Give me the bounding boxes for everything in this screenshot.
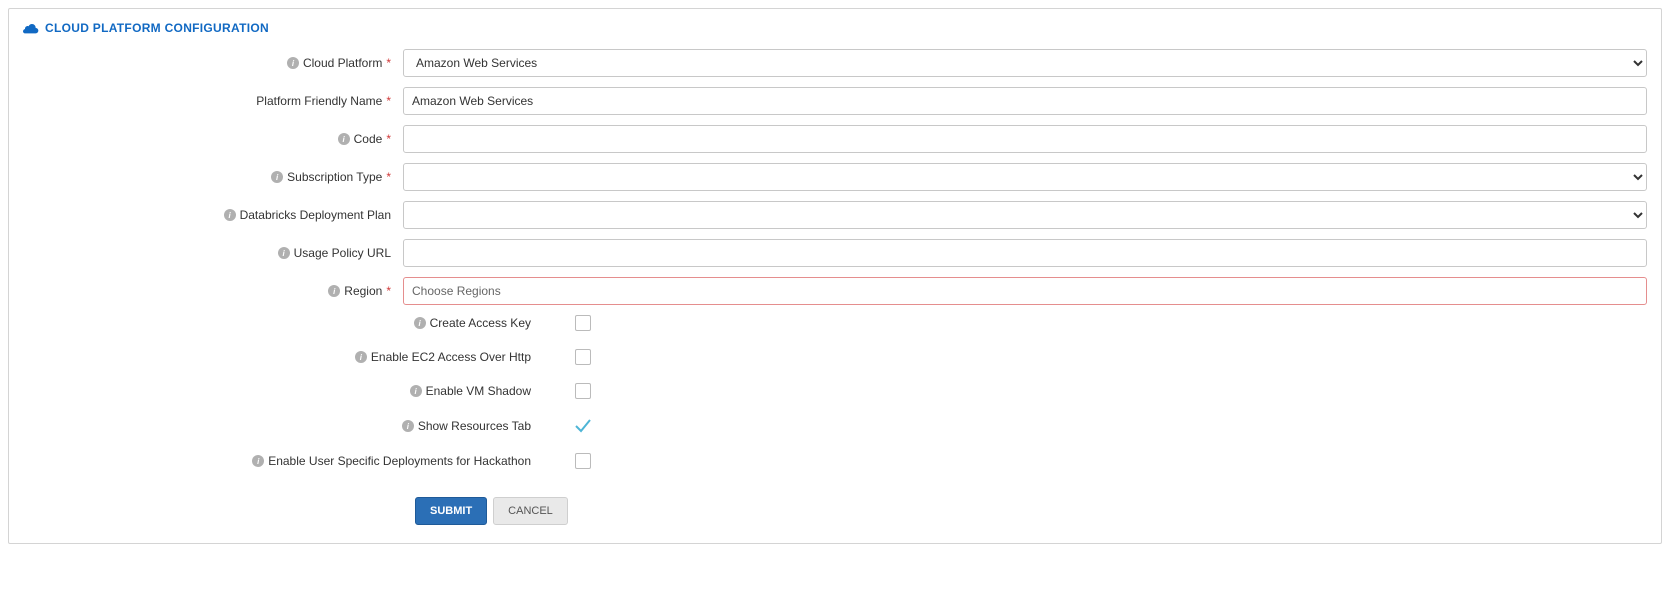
info-icon[interactable]: i [271, 171, 283, 183]
friendly-name-input[interactable] [403, 87, 1647, 115]
row-enable-user-hackathon: i Enable User Specific Deployments for H… [23, 453, 1647, 469]
label-text: Cloud Platform [303, 56, 382, 70]
label-enable-user-hackathon: i Enable User Specific Deployments for H… [23, 454, 543, 468]
enable-ec2-http-checkbox[interactable] [575, 349, 591, 365]
label-text: Create Access Key [430, 316, 531, 330]
databricks-plan-select[interactable] [403, 201, 1647, 229]
label-create-access-key: i Create Access Key [23, 316, 543, 330]
row-create-access-key: i Create Access Key [23, 315, 1647, 331]
label-usage-policy: i Usage Policy URL [23, 246, 403, 260]
subscription-type-select[interactable] [403, 163, 1647, 191]
label-code: i Code * [23, 132, 403, 146]
info-icon[interactable]: i [402, 420, 414, 432]
row-subscription-type: i Subscription Type * [23, 163, 1647, 191]
label-subscription-type: i Subscription Type * [23, 170, 403, 184]
label-enable-ec2-http: i Enable EC2 Access Over Http [23, 350, 543, 364]
label-text: Enable User Specific Deployments for Hac… [268, 454, 531, 468]
label-text: Region [344, 284, 382, 298]
buttons-row: SUBMIT CANCEL [23, 497, 1647, 525]
row-code: i Code * [23, 125, 1647, 153]
required-marker: * [386, 132, 391, 146]
required-marker: * [386, 94, 391, 108]
label-show-resources-tab: i Show Resources Tab [23, 419, 543, 433]
info-icon[interactable]: i [410, 385, 422, 397]
info-icon[interactable]: i [328, 285, 340, 297]
row-usage-policy: i Usage Policy URL [23, 239, 1647, 267]
info-icon[interactable]: i [414, 317, 426, 329]
label-friendly-name: Platform Friendly Name * [23, 94, 403, 108]
panel-header: CLOUD PLATFORM CONFIGURATION [23, 21, 1647, 35]
cancel-button[interactable]: CANCEL [493, 497, 568, 525]
label-text: Usage Policy URL [294, 246, 391, 260]
enable-vm-shadow-checkbox[interactable] [575, 383, 591, 399]
row-show-resources-tab: i Show Resources Tab [23, 417, 1647, 435]
info-icon[interactable]: i [278, 247, 290, 259]
row-databricks-plan: i Databricks Deployment Plan [23, 201, 1647, 229]
info-icon[interactable]: i [252, 455, 264, 467]
info-icon[interactable]: i [224, 209, 236, 221]
label-databricks-plan: i Databricks Deployment Plan [23, 208, 403, 222]
label-text: Enable EC2 Access Over Http [371, 350, 531, 364]
row-region: i Region * Choose Regions [23, 277, 1647, 305]
cloud-icon [23, 22, 39, 34]
row-enable-ec2-http: i Enable EC2 Access Over Http [23, 349, 1647, 365]
enable-user-hackathon-checkbox[interactable] [575, 453, 591, 469]
required-marker: * [386, 56, 391, 70]
info-icon[interactable]: i [355, 351, 367, 363]
config-panel: CLOUD PLATFORM CONFIGURATION i Cloud Pla… [8, 8, 1662, 544]
cloud-platform-select[interactable]: Amazon Web Services [403, 49, 1647, 77]
create-access-key-checkbox[interactable] [575, 315, 591, 331]
region-input[interactable]: Choose Regions [403, 277, 1647, 305]
code-input[interactable] [403, 125, 1647, 153]
panel-title: CLOUD PLATFORM CONFIGURATION [45, 21, 269, 35]
usage-policy-input[interactable] [403, 239, 1647, 267]
label-text: Show Resources Tab [418, 419, 531, 433]
label-text: Subscription Type [287, 170, 382, 184]
row-cloud-platform: i Cloud Platform * Amazon Web Services [23, 49, 1647, 77]
info-icon[interactable]: i [287, 57, 299, 69]
show-resources-tab-checkbox[interactable] [574, 417, 592, 435]
required-marker: * [386, 284, 391, 298]
required-marker: * [386, 170, 391, 184]
label-text: Enable VM Shadow [426, 384, 531, 398]
label-text: Platform Friendly Name [256, 94, 382, 108]
row-friendly-name: Platform Friendly Name * [23, 87, 1647, 115]
label-text: Databricks Deployment Plan [240, 208, 391, 222]
label-text: Code [354, 132, 383, 146]
label-cloud-platform: i Cloud Platform * [23, 56, 403, 70]
check-icon [574, 417, 592, 435]
row-enable-vm-shadow: i Enable VM Shadow [23, 383, 1647, 399]
submit-button[interactable]: SUBMIT [415, 497, 487, 525]
info-icon[interactable]: i [338, 133, 350, 145]
label-enable-vm-shadow: i Enable VM Shadow [23, 384, 543, 398]
label-region: i Region * [23, 284, 403, 298]
